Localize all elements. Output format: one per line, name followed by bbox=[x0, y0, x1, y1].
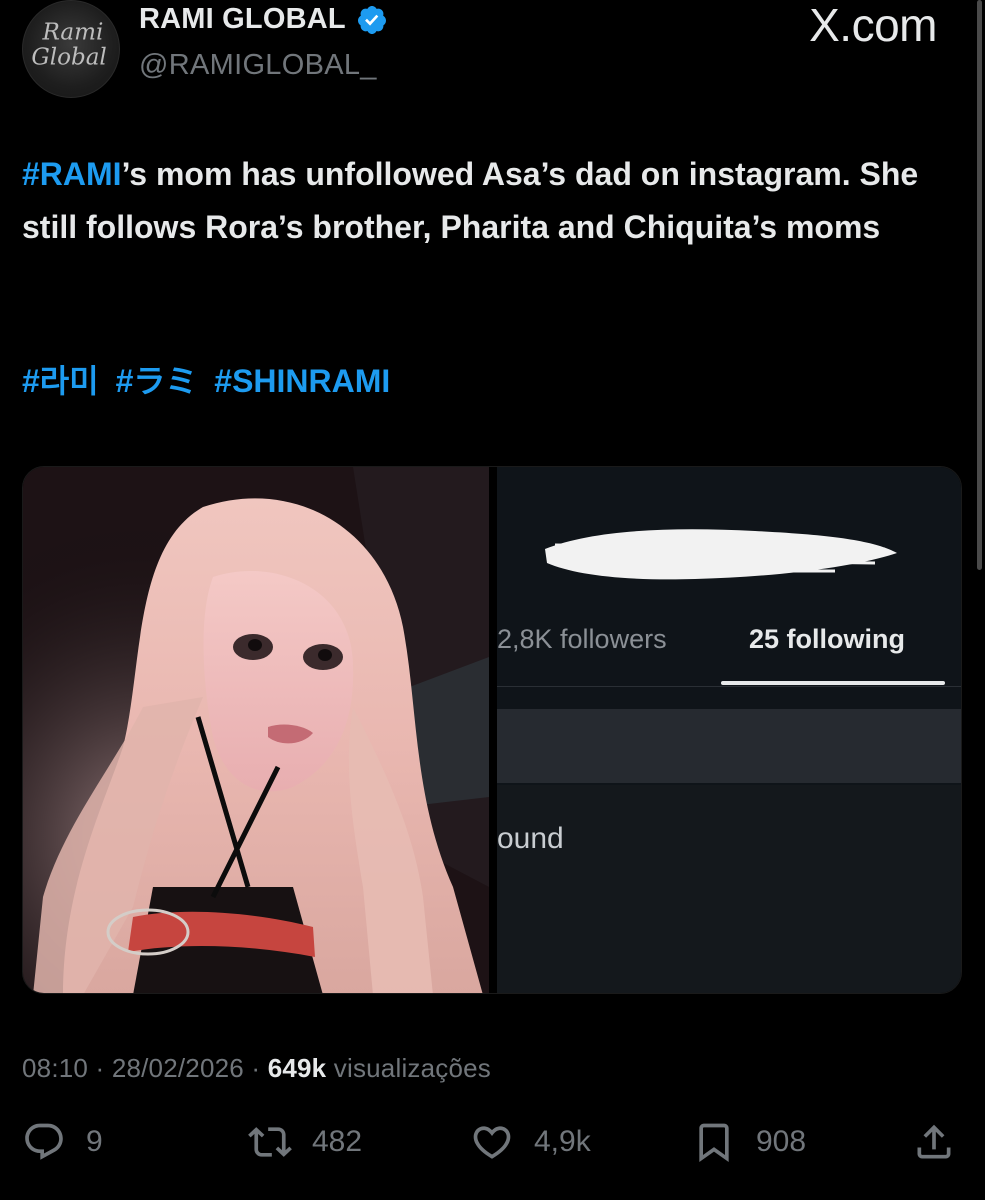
hashtag-row: #라미 #ラミ #SHINRAMI bbox=[22, 356, 398, 402]
views-count: 649k bbox=[267, 1053, 327, 1083]
repost-icon bbox=[248, 1127, 292, 1157]
hashtag-link[interactable]: #SHINRAMI bbox=[214, 363, 390, 399]
hashtag-link[interactable]: #RAMI bbox=[22, 156, 122, 192]
tweet-header: Rami Global RAMI GLOBAL @RAMIGLOBAL_ X.c… bbox=[0, 0, 985, 110]
tweet-body: ’s mom has unfollowed Asa’s dad on insta… bbox=[22, 156, 919, 245]
verified-badge-icon bbox=[357, 5, 386, 34]
instagram-list-area bbox=[497, 785, 961, 993]
instagram-tabs: 2,8K followers 25 following bbox=[497, 609, 961, 687]
bookmark-button[interactable]: 908 bbox=[692, 1120, 806, 1164]
heart-icon bbox=[473, 1126, 511, 1159]
photo-illustration bbox=[23, 467, 489, 993]
hashtag-link[interactable]: #ラミ bbox=[116, 363, 198, 399]
instagram-screenshot: 2,8K followers 25 following ound bbox=[497, 467, 961, 993]
tweet-meta: 08:10 · 28/02/2026 · 649k visualizações bbox=[22, 1053, 491, 1084]
author-avatar[interactable]: Rami Global bbox=[22, 0, 120, 98]
instagram-search-bar bbox=[497, 709, 961, 783]
reply-count: 9 bbox=[86, 1125, 103, 1158]
repost-button[interactable]: 482 bbox=[248, 1120, 362, 1164]
instagram-followers-tab: 2,8K followers bbox=[497, 624, 667, 654]
avatar-text-2: Global bbox=[31, 44, 106, 70]
instagram-following-tab: 25 following bbox=[749, 624, 906, 654]
reply-button[interactable]: 9 bbox=[22, 1120, 103, 1164]
reply-icon bbox=[25, 1123, 63, 1160]
like-button[interactable]: 4,9k bbox=[470, 1120, 591, 1164]
avatar-logo: Rami Global bbox=[31, 19, 106, 70]
avatar-text-1: Rami bbox=[42, 19, 104, 45]
share-icon bbox=[917, 1124, 951, 1159]
instagram-list-text: ound bbox=[497, 822, 564, 855]
meta-separator: · bbox=[251, 1053, 268, 1083]
tweet-media[interactable]: 2,8K followers 25 following ound bbox=[22, 466, 962, 994]
source-label: X.com bbox=[809, 0, 937, 51]
views-label: visualizações bbox=[333, 1053, 491, 1083]
bookmark-icon bbox=[699, 1123, 729, 1163]
selfie-photo[interactable] bbox=[23, 467, 489, 993]
author-name[interactable]: RAMI GLOBAL bbox=[139, 3, 346, 36]
author-info[interactable]: RAMI GLOBAL @RAMIGLOBAL_ bbox=[139, 3, 388, 82]
tweet-text: #RAMI’s mom has unfollowed Asa’s dad on … bbox=[22, 148, 962, 254]
tweet-date[interactable]: 28/02/2026 bbox=[112, 1053, 244, 1083]
repost-count: 482 bbox=[312, 1125, 363, 1158]
tweet-actions: 9 482 4,9k 908 bbox=[0, 1120, 985, 1190]
share-button[interactable] bbox=[912, 1120, 956, 1164]
like-count: 4,9k bbox=[534, 1125, 591, 1158]
tweet-time[interactable]: 08:10 bbox=[22, 1053, 88, 1083]
meta-separator: · bbox=[95, 1053, 112, 1083]
redacted-username-scribble bbox=[545, 529, 897, 580]
author-handle[interactable]: @RAMIGLOBAL_ bbox=[139, 49, 388, 82]
bookmark-count: 908 bbox=[756, 1125, 807, 1158]
hashtag-link[interactable]: #라미 bbox=[22, 363, 99, 399]
scrollbar[interactable] bbox=[977, 0, 982, 570]
instagram-tab-underline bbox=[721, 681, 945, 685]
